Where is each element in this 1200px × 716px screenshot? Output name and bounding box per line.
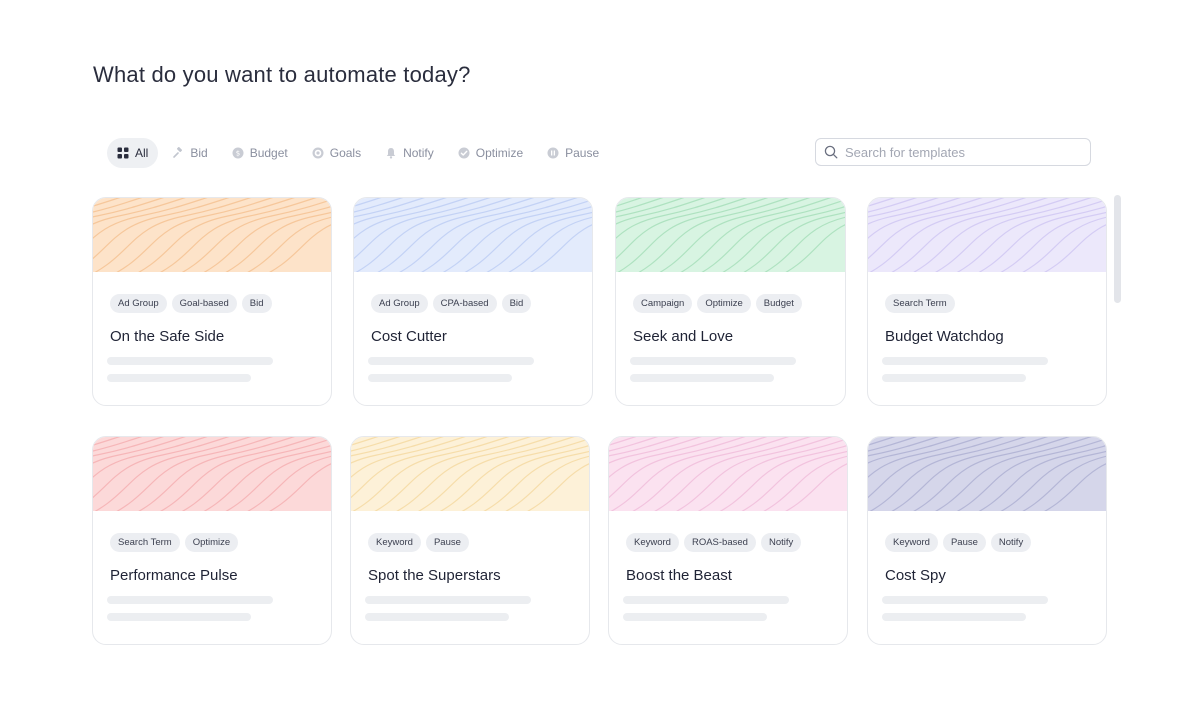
description-placeholder: [882, 374, 1026, 382]
template-card[interactable]: Keyword ROAS-based Notify Boost the Beas…: [608, 436, 848, 645]
filter-label: Goals: [329, 146, 362, 160]
tag: Pause: [425, 533, 469, 552]
description-placeholder: [107, 596, 273, 604]
description-placeholder: [365, 613, 509, 621]
filter-label: Bid: [190, 146, 208, 160]
description-placeholder: [107, 357, 273, 365]
description-placeholder: [623, 596, 789, 604]
tag: Campaign: [633, 294, 693, 313]
card-title: Performance Pulse: [110, 567, 238, 584]
template-search[interactable]: [815, 138, 1091, 166]
card-title: Budget Watchdog: [885, 328, 1004, 345]
category-filter-bar: All Bid $ Budget Goals Notify Optimize P…: [107, 138, 609, 168]
card-title: Cost Spy: [885, 567, 946, 584]
page-title: What do you want to automate today?: [93, 62, 471, 87]
card-banner: [616, 198, 845, 272]
template-card[interactable]: Ad Group CPA-based Bid Cost Cutter: [353, 197, 593, 406]
card-tags: Campaign Optimize Budget: [633, 294, 802, 313]
template-card[interactable]: Search Term Optimize Performance Pulse: [92, 436, 332, 645]
card-banner: [93, 198, 331, 272]
card-title: Cost Cutter: [371, 328, 447, 345]
scrollbar-thumb[interactable]: [1114, 195, 1121, 303]
grid-icon: [117, 147, 129, 159]
card-title: Boost the Beast: [626, 567, 732, 584]
tag: Keyword: [368, 533, 421, 552]
coin-icon: $: [232, 147, 244, 159]
tag: Ad Group: [371, 294, 428, 313]
description-placeholder: [882, 357, 1048, 365]
tag: Ad Group: [110, 294, 167, 313]
tag: Keyword: [626, 533, 679, 552]
card-banner: [609, 437, 847, 511]
gavel-icon: [172, 147, 184, 159]
card-tags: Search Term Optimize: [110, 533, 239, 552]
card-banner: [93, 437, 331, 511]
search-input[interactable]: [845, 144, 1082, 160]
description-placeholder: [882, 613, 1026, 621]
tag: Bid: [241, 294, 272, 313]
filter-notify[interactable]: Notify: [375, 138, 444, 168]
tag: CPA-based: [432, 294, 497, 313]
template-card[interactable]: Search Term Budget Watchdog: [867, 197, 1107, 406]
description-placeholder: [623, 613, 767, 621]
pause-icon: [547, 147, 559, 159]
card-tags: Ad Group Goal-based Bid: [110, 294, 272, 313]
tag: Optimize: [184, 533, 239, 552]
template-card[interactable]: Campaign Optimize Budget Seek and Love: [615, 197, 846, 406]
tag: ROAS-based: [683, 533, 756, 552]
filter-budget[interactable]: $ Budget: [222, 138, 298, 168]
description-placeholder: [107, 613, 251, 621]
description-placeholder: [368, 357, 534, 365]
template-card[interactable]: Keyword Pause Spot the Superstars: [350, 436, 590, 645]
description-placeholder: [630, 357, 796, 365]
card-tags: Keyword Pause: [368, 533, 469, 552]
tag: Goal-based: [171, 294, 237, 313]
check-circle-icon: [458, 147, 470, 159]
filter-optimize[interactable]: Optimize: [448, 138, 533, 168]
description-placeholder: [107, 374, 251, 382]
target-icon: [312, 147, 324, 159]
card-tags: Search Term: [885, 294, 955, 313]
description-placeholder: [365, 596, 531, 604]
card-title: On the Safe Side: [110, 328, 225, 345]
tag: Notify: [990, 533, 1032, 552]
tag: Optimize: [697, 294, 751, 313]
search-icon: [824, 145, 838, 159]
description-placeholder: [882, 596, 1048, 604]
filter-label: All: [135, 146, 149, 160]
filter-label: Optimize: [475, 146, 524, 160]
filter-all[interactable]: All: [107, 138, 159, 168]
card-banner: [354, 198, 592, 272]
filter-label: Notify: [403, 146, 434, 160]
card-title: Spot the Superstars: [368, 567, 501, 584]
description-placeholder: [630, 374, 774, 382]
template-card[interactable]: Keyword Pause Notify Cost Spy: [867, 436, 1107, 645]
filter-label: Budget: [249, 146, 288, 160]
filter-goals[interactable]: Goals: [302, 138, 371, 168]
tag: Notify: [760, 533, 802, 552]
filter-pause[interactable]: Pause: [537, 138, 609, 168]
filter-bid[interactable]: Bid: [162, 138, 217, 168]
tag: Keyword: [885, 533, 938, 552]
card-tags: Keyword ROAS-based Notify: [626, 533, 802, 552]
card-tags: Keyword Pause Notify: [885, 533, 1032, 552]
tag: Search Term: [110, 533, 180, 552]
tag: Bid: [501, 294, 532, 313]
card-title: Seek and Love: [633, 328, 734, 345]
card-banner: [868, 198, 1106, 272]
description-placeholder: [368, 374, 512, 382]
card-banner: [351, 437, 589, 511]
tag: Pause: [942, 533, 986, 552]
template-card[interactable]: Ad Group Goal-based Bid On the Safe Side: [92, 197, 332, 406]
filter-label: Pause: [565, 146, 600, 160]
tag: Budget: [755, 294, 802, 313]
bell-icon: [385, 147, 397, 159]
svg-text:$: $: [235, 150, 239, 158]
tag: Search Term: [885, 294, 955, 313]
card-tags: Ad Group CPA-based Bid: [371, 294, 532, 313]
card-banner: [868, 437, 1106, 511]
